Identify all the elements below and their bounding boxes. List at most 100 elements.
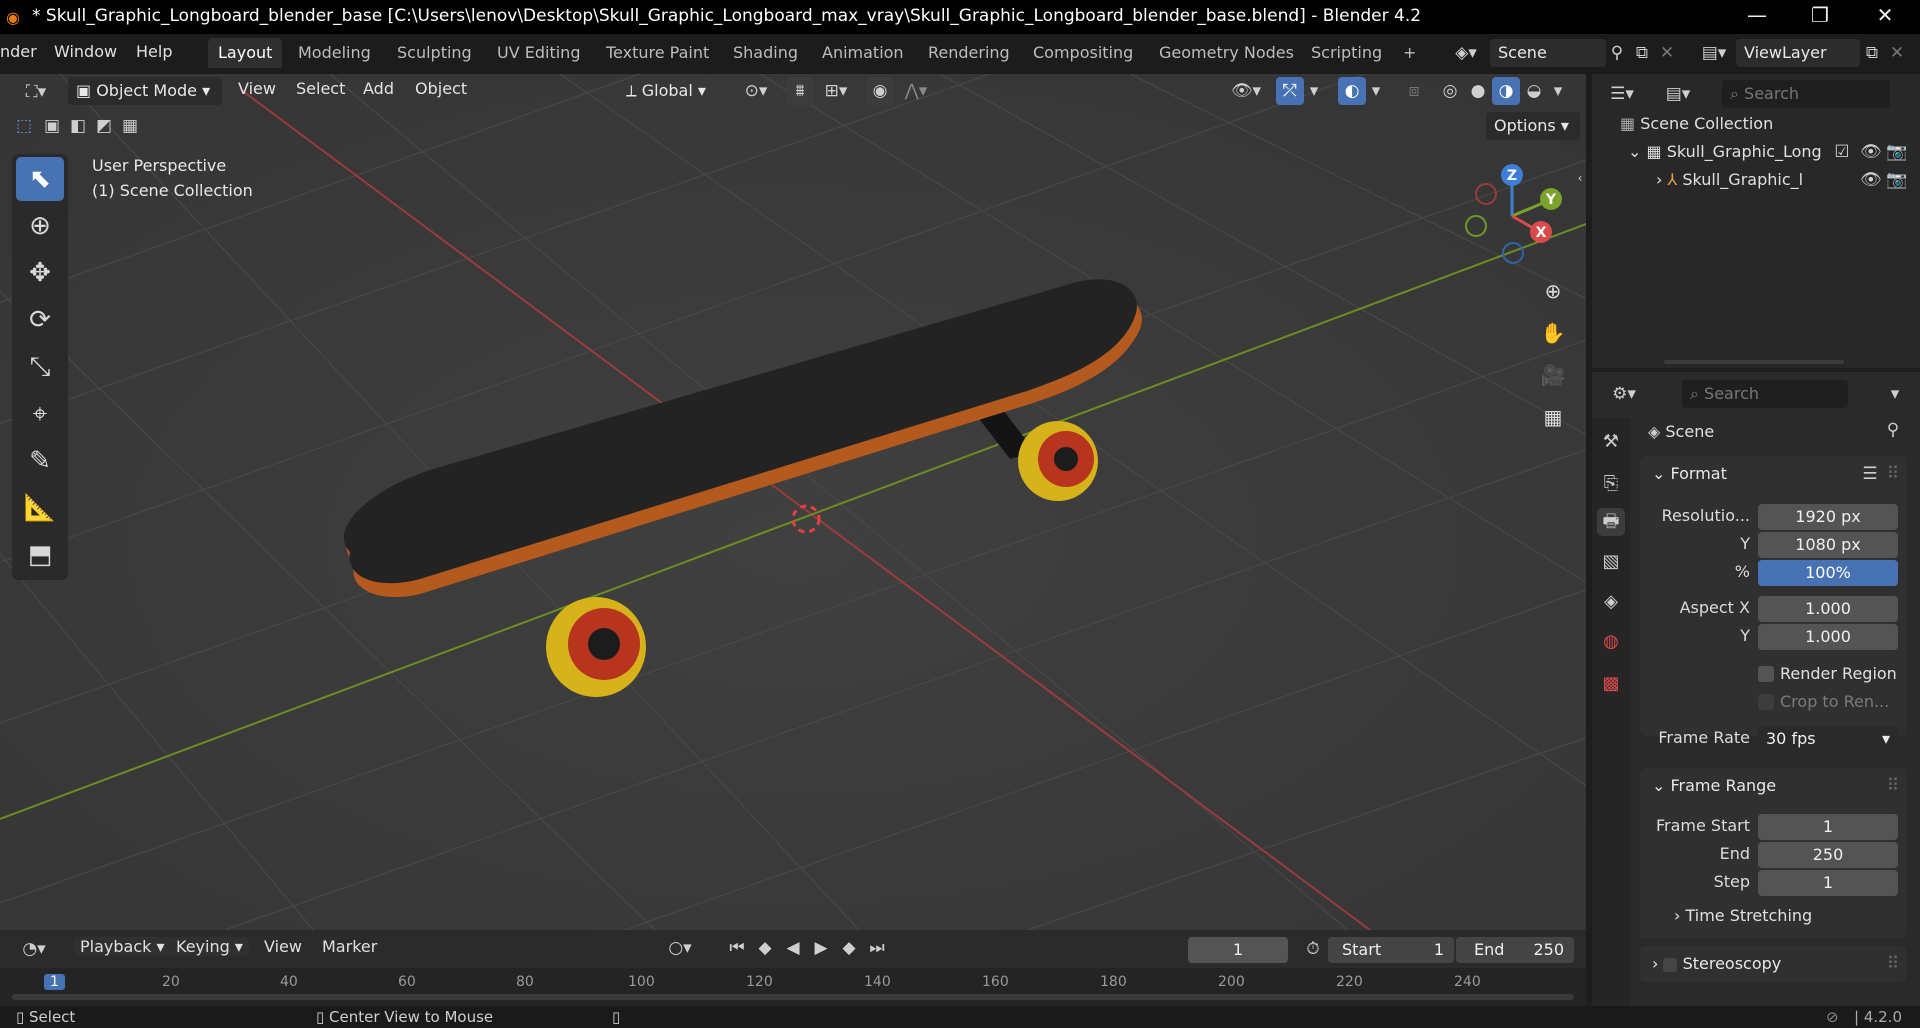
play-icon[interactable]: ▶ bbox=[808, 934, 834, 962]
render-tab-icon[interactable]: ⎘ bbox=[1597, 470, 1625, 498]
resolution-x-field[interactable]: 1920 px bbox=[1758, 504, 1898, 530]
viewlayer-selector-icon[interactable]: ▤▾ bbox=[1694, 39, 1734, 67]
scale-tool-icon[interactable]: ⤡ bbox=[16, 345, 64, 389]
snap-toggle-icon[interactable]: ⩩ bbox=[786, 77, 814, 105]
render-camera-icon[interactable]: 📷 bbox=[1886, 138, 1907, 166]
view-layer-tab-icon[interactable]: ▧ bbox=[1597, 548, 1625, 576]
playback-menu[interactable]: Playback ▾ bbox=[74, 937, 171, 956]
solid-shading-icon[interactable]: ● bbox=[1464, 77, 1492, 105]
maximize-button[interactable]: ❐ bbox=[1795, 3, 1845, 27]
tab-scripting[interactable]: Scripting bbox=[1301, 38, 1392, 68]
stopwatch-icon[interactable]: ⏱ bbox=[1300, 935, 1326, 963]
tab-uv-editing[interactable]: UV Editing bbox=[487, 38, 590, 68]
timeline-marker-menu[interactable]: Marker bbox=[322, 937, 377, 956]
skull-collection-row[interactable]: ⌄ ▦ Skull_Graphic_Long bbox=[1628, 142, 1822, 161]
select-box-tool-icon[interactable]: ⬉ bbox=[16, 157, 64, 201]
menu-file-partial[interactable]: nder bbox=[0, 42, 37, 61]
tab-shading[interactable]: Shading bbox=[723, 38, 808, 68]
select-extend-icon[interactable]: ▣ bbox=[40, 112, 64, 140]
tool-tab-icon[interactable]: ⚒ bbox=[1597, 428, 1625, 456]
resolution-percent-field[interactable]: 100% bbox=[1758, 560, 1898, 586]
timeline-view-menu[interactable]: View bbox=[264, 937, 302, 956]
scene-name-field[interactable]: Scene bbox=[1490, 39, 1606, 67]
skull-object-row[interactable]: › ⅄ Skull_Graphic_l bbox=[1656, 170, 1803, 189]
world-tab-icon[interactable]: ◍ bbox=[1597, 628, 1625, 656]
editor-type-icon[interactable]: ⛶▾ bbox=[14, 78, 58, 106]
properties-options-icon[interactable]: ▾ bbox=[1884, 380, 1906, 408]
expand-arrow-icon[interactable]: ⌄ bbox=[1628, 142, 1647, 161]
menu-add[interactable]: Add bbox=[363, 79, 394, 98]
proportional-edit-icon[interactable]: ◉ bbox=[866, 77, 894, 105]
aspect-y-field[interactable]: 1.000 bbox=[1758, 624, 1898, 650]
ortho-grid-icon[interactable]: ▦ bbox=[1536, 400, 1570, 434]
visibility-filter-icon[interactable]: 👁▾ bbox=[1226, 77, 1266, 105]
pin-context-icon[interactable]: ⚲ bbox=[1882, 416, 1904, 444]
close-button[interactable]: ✕ bbox=[1860, 3, 1910, 27]
viewlayer-name-field[interactable]: ViewLayer bbox=[1736, 39, 1860, 67]
expand-arrow-right-icon[interactable]: › bbox=[1656, 170, 1667, 189]
outliner-editor-type-icon[interactable]: ☰▾ bbox=[1600, 80, 1644, 108]
aspect-x-field[interactable]: 1.000 bbox=[1758, 596, 1898, 622]
frame-rate-dropdown[interactable]: 30 fps ▾ bbox=[1758, 726, 1898, 752]
object-visibility-eye-icon[interactable]: 👁 bbox=[1860, 166, 1882, 194]
properties-editor-type-icon[interactable]: ⚙▾ bbox=[1602, 380, 1646, 408]
display-mode-icon[interactable]: ▤▾ bbox=[1656, 80, 1700, 108]
render-region-checkbox[interactable] bbox=[1758, 666, 1774, 682]
select-new-icon[interactable]: ⬚ bbox=[12, 112, 36, 140]
properties-search-input[interactable]: ⌕ Search bbox=[1682, 380, 1848, 408]
pan-hand-icon[interactable]: ✋ bbox=[1536, 316, 1570, 350]
frame-range-header[interactable]: ⌄ Frame Range bbox=[1652, 776, 1776, 795]
camera-view-icon[interactable]: 🎥 bbox=[1536, 358, 1570, 392]
exclude-checkbox-icon[interactable]: ☑ bbox=[1832, 138, 1852, 166]
3d-viewport[interactable]: Z Y X ⛶▾ ▣ Object Mode ▾ View Select Add… bbox=[0, 74, 1586, 930]
add-workspace-button[interactable]: + bbox=[1393, 38, 1426, 68]
scene-selector-icon[interactable]: ◈▾ bbox=[1446, 39, 1486, 67]
menu-help[interactable]: Help bbox=[136, 42, 172, 61]
keying-menu[interactable]: Keying ▾ bbox=[170, 937, 249, 956]
object-render-camera-icon[interactable]: 📷 bbox=[1886, 166, 1907, 194]
gizmo-options-icon[interactable]: ▾ bbox=[1304, 77, 1324, 105]
timeline-start-field[interactable]: Start 1 bbox=[1328, 937, 1454, 963]
play-reverse-icon[interactable]: ◀ bbox=[780, 934, 806, 962]
zoom-icon[interactable]: ⊕ bbox=[1536, 274, 1570, 308]
minimize-button[interactable]: — bbox=[1732, 3, 1782, 27]
tab-modeling[interactable]: Modeling bbox=[288, 38, 381, 68]
time-stretching-subpanel[interactable]: › Time Stretching bbox=[1674, 906, 1812, 925]
transform-orientation-dropdown[interactable]: ⟂ Global ▾ bbox=[618, 77, 726, 105]
output-tab-icon[interactable]: 🖶 bbox=[1597, 508, 1625, 536]
stereoscopy-drag-handle-icon[interactable]: ⠿ bbox=[1884, 950, 1902, 978]
outliner-search-input[interactable]: ⌕ Search bbox=[1722, 80, 1890, 108]
stereoscopy-panel[interactable]: › Stereoscopy ⠿ bbox=[1640, 946, 1906, 982]
outliner-scrollbar[interactable] bbox=[1664, 360, 1844, 364]
current-frame-field[interactable]: 1 bbox=[1188, 937, 1288, 963]
shading-options-icon[interactable]: ▾ bbox=[1548, 77, 1568, 105]
wireframe-shading-icon[interactable]: ◎ bbox=[1436, 77, 1464, 105]
crop-checkbox[interactable] bbox=[1758, 694, 1774, 710]
menu-object[interactable]: Object bbox=[415, 79, 467, 98]
xray-toggle-icon[interactable]: ⧈ bbox=[1400, 77, 1428, 105]
scene-tab-icon[interactable]: ◈ bbox=[1597, 588, 1625, 616]
pivot-point-icon[interactable]: ⊙▾ bbox=[736, 77, 776, 105]
timeline-end-field[interactable]: End 250 bbox=[1456, 937, 1574, 963]
jump-keyframe-back-icon[interactable]: ◆ bbox=[752, 934, 778, 962]
tab-rendering[interactable]: Rendering bbox=[918, 38, 1020, 68]
format-panel-header[interactable]: ⌄ Format bbox=[1652, 464, 1727, 483]
move-tool-icon[interactable]: ✥ bbox=[16, 251, 64, 295]
menu-view[interactable]: View bbox=[238, 79, 276, 98]
jump-keyframe-forward-icon[interactable]: ◆ bbox=[836, 934, 862, 962]
auto-keying-icon[interactable]: ○▾ bbox=[660, 934, 700, 962]
measure-tool-icon[interactable]: 📐 bbox=[16, 486, 64, 530]
select-invert-icon[interactable]: ◩ bbox=[92, 112, 116, 140]
frame-step-field[interactable]: 1 bbox=[1758, 870, 1898, 896]
jump-start-icon[interactable]: ⏮ bbox=[724, 934, 750, 962]
menu-window[interactable]: Window bbox=[54, 42, 117, 61]
sidebar-toggle-icon[interactable]: ‹ bbox=[1575, 164, 1585, 192]
tab-layout[interactable]: Layout bbox=[208, 38, 283, 68]
material-preview-icon[interactable]: ◑ bbox=[1492, 77, 1520, 105]
snap-target-icon[interactable]: ⊞▾ bbox=[816, 77, 856, 105]
tab-texture-paint[interactable]: Texture Paint bbox=[596, 38, 719, 68]
timeline-scrollbar[interactable] bbox=[12, 994, 1574, 1000]
frame-start-field[interactable]: 1 bbox=[1758, 814, 1898, 840]
falloff-icon[interactable]: ⋀▾ bbox=[896, 77, 936, 105]
jump-end-icon[interactable]: ⏭ bbox=[864, 934, 890, 962]
